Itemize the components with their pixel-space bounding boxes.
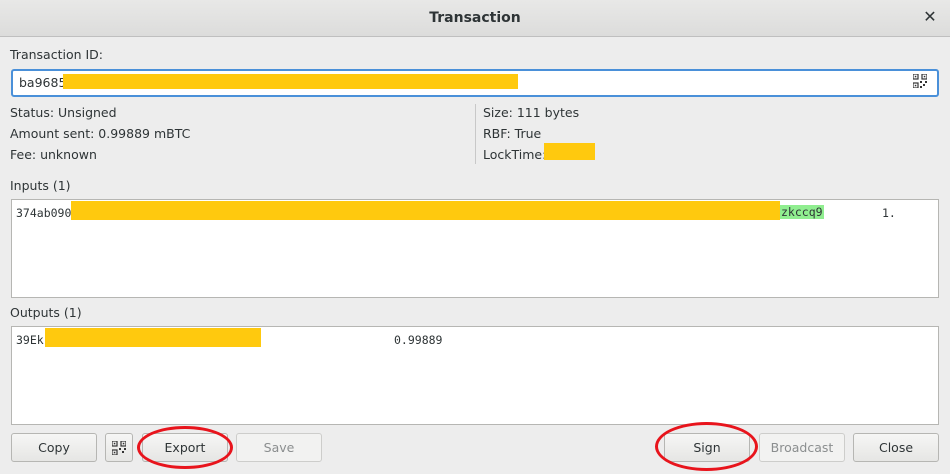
txid-value: ba9685 (19, 75, 67, 90)
txid-field[interactable]: ba9685 (11, 69, 939, 97)
close-icon[interactable]: ✕ (922, 9, 938, 25)
inputs-list[interactable]: 374ab090 zkccq9 1. (11, 199, 939, 298)
qr-code-icon[interactable] (913, 74, 927, 88)
details-divider (475, 104, 476, 164)
rbf-text: RBF: True (483, 126, 542, 141)
amount-sent-text: Amount sent: 0.99889 mBTC (10, 126, 191, 141)
title-bar: Transaction ✕ (0, 0, 950, 37)
locktime-text: LockTime: (483, 147, 547, 162)
export-button[interactable]: Export (142, 433, 228, 462)
outputs-list[interactable]: 39Ek 0.99889 (11, 326, 939, 425)
save-button[interactable]: Save (236, 433, 322, 462)
window-title: Transaction (429, 10, 521, 26)
output-prefix: 39Ek (16, 333, 44, 347)
input-prefix: 374ab090 (16, 206, 72, 220)
input-amount: 1. (882, 206, 896, 220)
output-redaction (45, 328, 261, 347)
size-text: Size: 111 bytes (483, 105, 580, 120)
copy-button[interactable]: Copy (11, 433, 97, 462)
sign-button[interactable]: Sign (664, 433, 750, 462)
input-redaction (71, 201, 780, 220)
close-button[interactable]: Close (853, 433, 939, 462)
txid-redaction (63, 74, 518, 89)
qr-code-button[interactable] (105, 433, 133, 462)
broadcast-button[interactable]: Broadcast (759, 433, 845, 462)
outputs-label: Outputs (1) (10, 305, 82, 320)
fee-text: Fee: unknown (10, 147, 97, 162)
txid-label: Transaction ID: (10, 47, 104, 62)
status-text: Status: Unsigned (10, 105, 117, 120)
locktime-redaction (544, 143, 595, 160)
output-amount: 0.99889 (394, 333, 443, 347)
qr-code-icon (112, 440, 126, 455)
inputs-label: Inputs (1) (10, 178, 71, 193)
input-address-suffix: zkccq9 (780, 205, 824, 219)
